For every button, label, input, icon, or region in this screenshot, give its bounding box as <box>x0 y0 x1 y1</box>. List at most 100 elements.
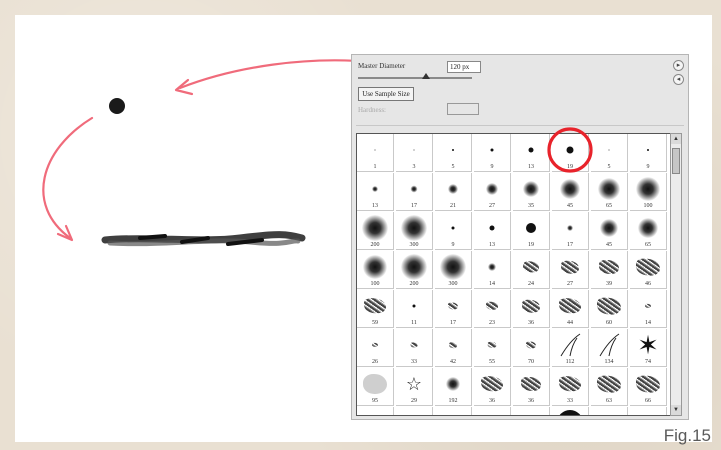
brush-preset-cell[interactable]: 19 <box>513 212 550 250</box>
brush-size-label: 42 <box>450 359 456 365</box>
brush-tip-preview <box>362 214 388 241</box>
master-diameter-slider-handle[interactable] <box>422 73 431 79</box>
brush-size-label: 55 <box>489 359 495 365</box>
brush-preset-cell[interactable]: 46 <box>630 251 667 289</box>
brush-size-label: 46 <box>645 281 651 287</box>
brush-preset-cell[interactable]: 60 <box>591 290 628 328</box>
brush-preset-cell[interactable]: 100 <box>357 251 394 289</box>
scroll-down-arrow[interactable]: ▼ <box>671 405 681 415</box>
brush-preset-cell[interactable]: 59 <box>357 290 394 328</box>
brush-preset-cell[interactable] <box>357 407 394 415</box>
brush-preset-cell[interactable] <box>591 407 628 415</box>
brush-preset-cell[interactable]: 36 <box>513 290 550 328</box>
brush-tip-preview <box>559 298 581 314</box>
brush-preset-cell[interactable]: 9 <box>630 134 667 172</box>
brush-preset-cell[interactable]: 36 <box>474 368 511 406</box>
brush-preset-cell[interactable]: 14 <box>474 251 511 289</box>
scroll-up-arrow[interactable]: ▲ <box>671 134 681 144</box>
brush-preset-cell[interactable] <box>474 407 511 415</box>
brush-preset-cell[interactable]: 27 <box>474 173 511 211</box>
preset-scrollbar[interactable]: ▲ ▼ <box>670 133 682 416</box>
brush-preset-cell[interactable]: 45 <box>552 173 589 211</box>
scroll-thumb[interactable] <box>672 148 680 174</box>
brush-preset-cell[interactable] <box>435 407 472 415</box>
brush-preset-cell[interactable]: 13 <box>513 134 550 172</box>
brush-preset-cell[interactable]: 36 <box>513 368 550 406</box>
brush-preset-cell[interactable]: 21 <box>435 173 472 211</box>
brush-preset-cell[interactable]: 5 <box>435 134 472 172</box>
brush-preset-cell[interactable] <box>396 407 433 415</box>
brush-preset-cell[interactable]: 17 <box>396 173 433 211</box>
brush-preset-cell[interactable]: 19 <box>552 134 589 172</box>
brush-tip-preview <box>597 297 621 315</box>
brush-preset-cell[interactable]: 55 <box>474 329 511 367</box>
brush-preset-cell[interactable]: 26 <box>357 329 394 367</box>
brush-size-label: 17 <box>411 203 417 209</box>
brush-size-label: 27 <box>489 203 495 209</box>
brush-preset-cell[interactable]: 9 <box>435 212 472 250</box>
hardness-input[interactable] <box>447 103 479 115</box>
brush-size-label: 100 <box>370 281 380 287</box>
brush-preset-cell[interactable]: 200 <box>357 212 394 250</box>
brush-preset-cell[interactable]: 65 <box>591 173 628 211</box>
brush-preset-cell[interactable]: 14 <box>630 290 667 328</box>
brush-preset-cell[interactable] <box>630 407 667 415</box>
brush-tip-preview <box>645 303 651 308</box>
brush-preset-cell[interactable]: 33 <box>552 368 589 406</box>
panel-collapse-icon[interactable]: ◂ <box>673 74 684 85</box>
brush-preset-cell[interactable]: 42 <box>435 329 472 367</box>
brush-preset-cell[interactable] <box>552 407 589 415</box>
brush-preset-cell[interactable]: 65 <box>630 212 667 250</box>
brush-tip-preview <box>636 375 660 393</box>
brush-preset-cell[interactable] <box>513 407 550 415</box>
brush-size-label: 19 <box>528 242 534 248</box>
brush-tip-preview <box>487 341 497 349</box>
brush-tip-preview <box>401 214 427 241</box>
master-diameter-input[interactable]: 120 px <box>447 61 481 73</box>
brush-tip-preview <box>410 185 418 193</box>
brush-preset-cell[interactable]: 23 <box>474 290 511 328</box>
brush-preset-cell[interactable]: 95 <box>357 368 394 406</box>
panel-menu-icon[interactable]: ▸ <box>673 60 684 71</box>
brush-preset-cell[interactable]: 5 <box>591 134 628 172</box>
brush-preset-cell[interactable]: 63 <box>591 368 628 406</box>
brush-preset-cell[interactable]: 44 <box>552 290 589 328</box>
brush-tip-preview <box>523 261 539 273</box>
brush-preset-cell[interactable]: 100 <box>630 173 667 211</box>
brush-preset-cell[interactable]: 192 <box>435 368 472 406</box>
use-sample-size-button[interactable]: Use Sample Size <box>358 87 414 101</box>
brush-preset-cell[interactable]: 3 <box>396 134 433 172</box>
brush-preset-cell[interactable]: 45 <box>591 212 628 250</box>
brush-tip-preview <box>557 332 583 358</box>
brush-preset-cell[interactable]: 39 <box>591 251 628 289</box>
brush-preset-cell[interactable]: 134 <box>591 329 628 367</box>
brush-preset-cell[interactable]: 17 <box>552 212 589 250</box>
brush-size-label: 5 <box>607 164 611 170</box>
brush-preset-cell[interactable]: 13 <box>474 212 511 250</box>
brush-preset-cell[interactable]: ✶ 74 <box>630 329 667 367</box>
brush-preset-cell[interactable]: 9 <box>474 134 511 172</box>
brush-preset-cell[interactable]: 66 <box>630 368 667 406</box>
brush-preset-cell[interactable]: 17 <box>435 290 472 328</box>
brush-preset-cell[interactable]: 11 <box>396 290 433 328</box>
brush-preset-cell[interactable]: 200 <box>396 251 433 289</box>
brush-preset-cell[interactable]: 1 <box>357 134 394 172</box>
brush-preset-cell[interactable]: 27 <box>552 251 589 289</box>
brush-tip-preview <box>446 376 460 391</box>
brush-size-label: 70 <box>528 359 534 365</box>
brush-preset-cell[interactable]: 35 <box>513 173 550 211</box>
brush-tip-preview <box>451 226 455 230</box>
brush-preset-cell[interactable]: 33 <box>396 329 433 367</box>
brush-preset-cell[interactable]: 24 <box>513 251 550 289</box>
brush-preset-cell[interactable]: 300 <box>396 212 433 250</box>
brush-preset-cell[interactable]: 70 <box>513 329 550 367</box>
brush-preset-cell[interactable]: 13 <box>357 173 394 211</box>
brush-size-label: 17 <box>567 242 573 248</box>
brush-preset-cell[interactable]: 112 <box>552 329 589 367</box>
brush-size-label: 39 <box>606 281 612 287</box>
brush-preset-cell[interactable]: ☆ 29 <box>396 368 433 406</box>
brush-size-label: 36 <box>528 398 534 404</box>
brush-size-label: 36 <box>528 320 534 326</box>
brush-preset-cell[interactable]: 300 <box>435 251 472 289</box>
master-diameter-slider[interactable] <box>358 77 472 79</box>
